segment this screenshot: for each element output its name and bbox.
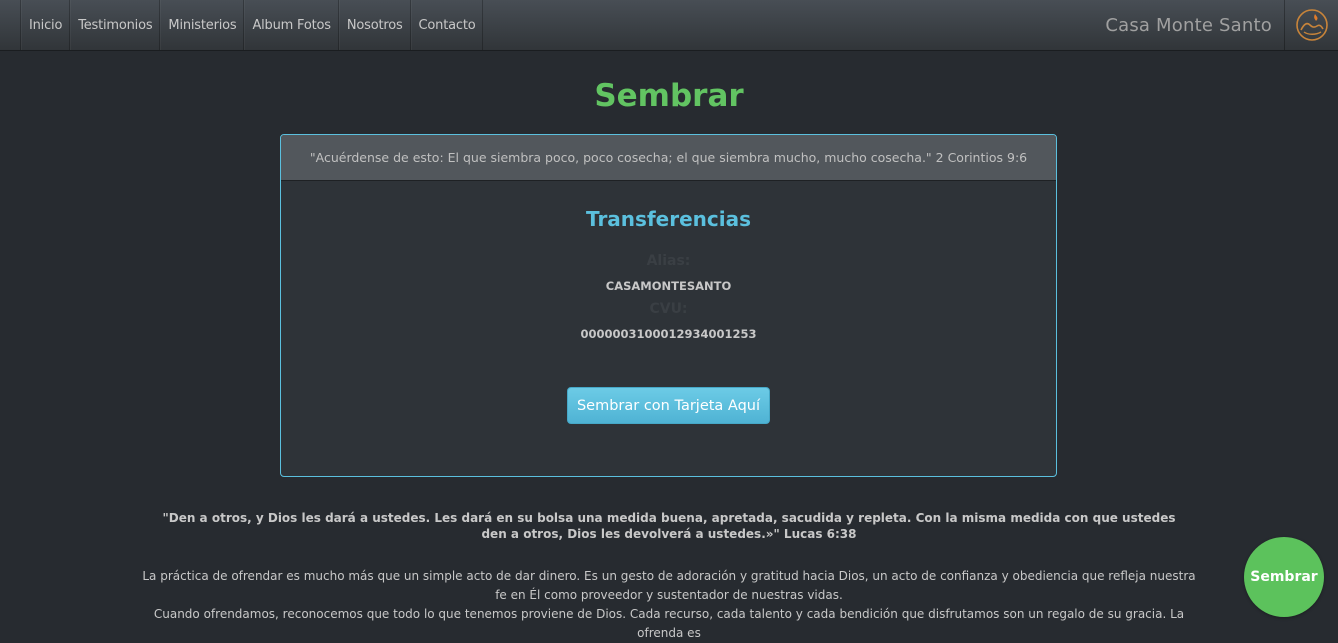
pay-with-card-button[interactable]: Sembrar con Tarjeta Aquí: [567, 387, 770, 424]
nav-item-inicio[interactable]: Inicio: [21, 0, 71, 50]
brand-name[interactable]: Casa Monte Santo: [1105, 0, 1272, 50]
sembrar-floating-button[interactable]: Sembrar: [1244, 537, 1324, 617]
nav-item-testimonios[interactable]: Testimonios: [70, 0, 161, 50]
nav-item-nosotros[interactable]: Nosotros: [338, 0, 411, 50]
top-navbar: Inicio Testimonios Ministerios Album Fot…: [0, 0, 1338, 51]
page-title: Sembrar: [594, 78, 744, 114]
lucas-quote: "Den a otros, y Dios les dará a ustedes.…: [162, 511, 1176, 541]
brand-logo[interactable]: [1284, 0, 1338, 50]
paragraph-line-1: La práctica de ofrendar es mucho más que…: [142, 569, 1196, 602]
paragraph-line-2: Cuando ofrendamos, reconocemos que todo …: [153, 607, 1185, 640]
nav-item-ministerios[interactable]: Ministerios: [160, 0, 245, 50]
card-title: Transferencias: [586, 207, 751, 231]
transfer-card: "Acuérdense de esto: El que siembra poco…: [280, 134, 1057, 477]
nav-item-album-fotos[interactable]: Album Fotos: [244, 0, 339, 50]
nav-item-contacto[interactable]: Contacto: [410, 0, 484, 50]
nav-menu: Inicio Testimonios Ministerios Album Fot…: [20, 0, 484, 50]
cvu-value: 0000003100012934001253: [580, 327, 757, 341]
offering-paragraph: La práctica de ofrendar es mucho más que…: [140, 567, 1198, 643]
alias-value: CASAMONTESANTO: [605, 279, 732, 293]
card-header-quote: "Acuérdense de esto: El que siembra poco…: [281, 135, 1056, 181]
alias-label: Alias:: [646, 253, 691, 269]
hand-flame-logo-icon: [1295, 9, 1328, 41]
cvu-label: CVU:: [649, 301, 688, 317]
